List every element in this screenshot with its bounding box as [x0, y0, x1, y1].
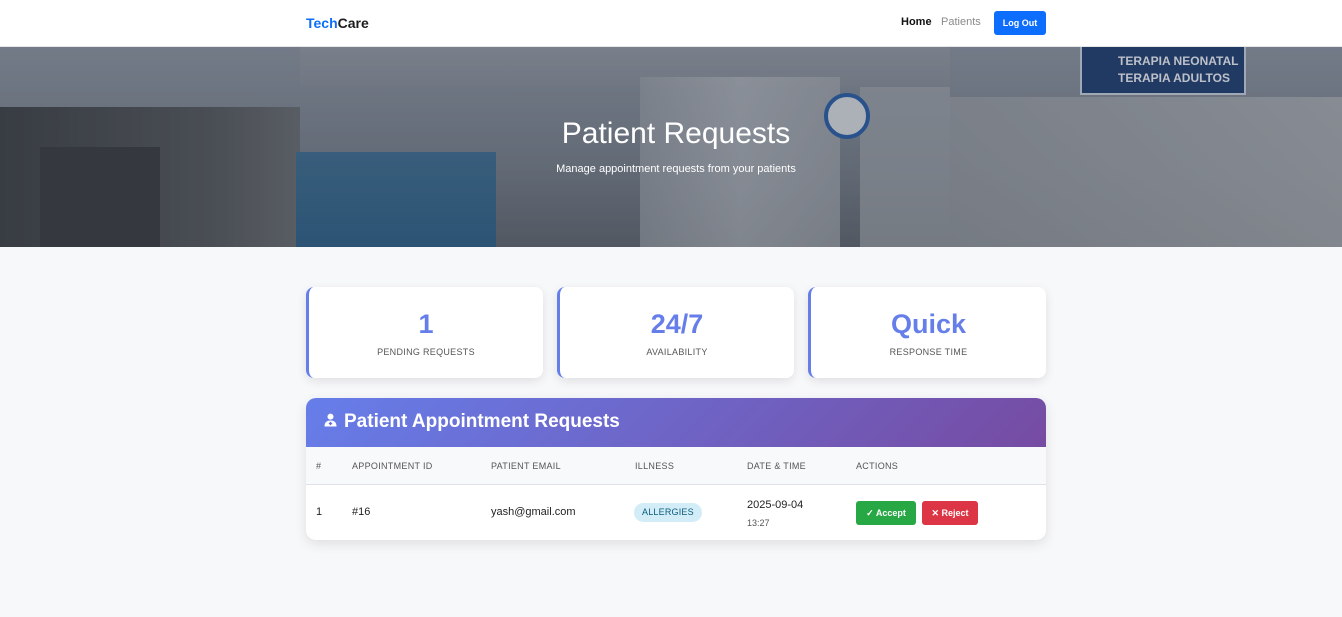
navbar: TechCare Home Patients Log Out [0, 0, 1342, 47]
appointment-id: #16 [352, 506, 371, 518]
brand-part-care: Care [337, 15, 369, 31]
column-header-illness: ILLNESS [635, 461, 675, 471]
table-row: 1 #16 yash@gmail.com ALLERGIES 2025-09-0… [306, 486, 1046, 540]
requests-card-title: Patient Appointment Requests [344, 411, 620, 432]
illness-badge: ALLERGIES [634, 503, 702, 522]
stat-card-availability: 24/7 AVAILABILITY [557, 287, 794, 378]
appointment-time: 13:27 [747, 518, 770, 528]
nav-link-home[interactable]: Home [901, 16, 932, 28]
stat-value: 24/7 [650, 309, 704, 339]
stat-card-pending: 1 PENDING REQUESTS [306, 287, 543, 378]
column-header-date-time: DATE & TIME [747, 461, 806, 471]
stat-label: AVAILABILITY [646, 347, 708, 357]
column-header-appointment-id: APPOINTMENT ID [352, 461, 433, 471]
logout-button[interactable]: Log Out [994, 11, 1046, 35]
column-header-index: # [316, 461, 322, 471]
stat-value: Quick [890, 309, 967, 339]
requests-card: Patient Appointment Requests # APPOINTME… [306, 398, 1046, 540]
appointment-date: 2025-09-04 [747, 499, 804, 511]
requests-card-header: Patient Appointment Requests [306, 398, 1046, 447]
brand-part-tech: Tech [306, 15, 338, 31]
brand-logo[interactable]: TechCare [306, 15, 369, 31]
hero-banner: TERAPIA NEONATAL TERAPIA ADULTOS Patient… [0, 47, 1342, 247]
stat-label: RESPONSE TIME [889, 347, 968, 357]
page-title: Patient Requests [561, 117, 791, 150]
page-subtitle: Manage appointment requests from your pa… [556, 163, 796, 175]
user-doctor-icon [324, 413, 338, 430]
accept-button[interactable]: ✓ Accept [856, 501, 916, 525]
reject-button[interactable]: ✕ Reject [922, 501, 978, 525]
stat-value: 1 [418, 309, 434, 339]
row-index: 1 [316, 506, 323, 518]
patient-email: yash@gmail.com [491, 506, 576, 518]
stat-card-response: Quick RESPONSE TIME [808, 287, 1046, 378]
stat-label: PENDING REQUESTS [377, 347, 475, 357]
column-header-actions: ACTIONS [856, 461, 899, 471]
nav-link-patients[interactable]: Patients [941, 16, 981, 28]
column-header-patient-email: PATIENT EMAIL [491, 461, 561, 471]
table-header: # APPOINTMENT ID PATIENT EMAIL ILLNESS D… [306, 447, 1046, 485]
